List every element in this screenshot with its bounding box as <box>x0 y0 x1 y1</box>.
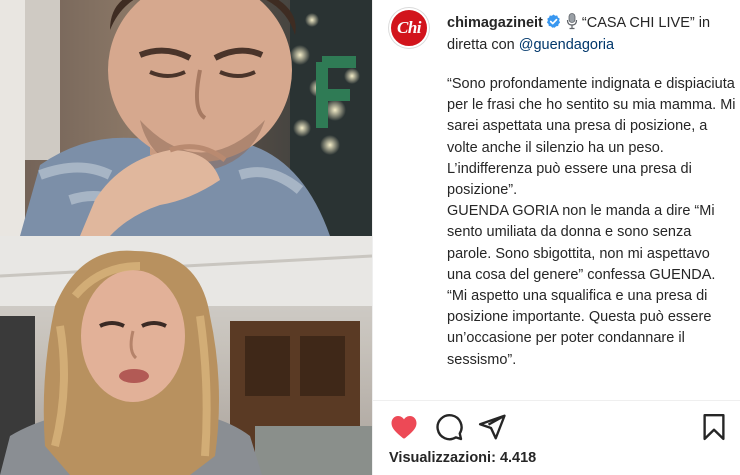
mention-link[interactable]: @guendagoria <box>519 37 614 53</box>
post-panel: Chi chimagazineit “CASA CHI LIVE” in dire… <box>372 0 740 475</box>
caption-paragraph: GUENDA GORIA non le manda a dire “Mi sen… <box>447 203 716 283</box>
bookmark-icon <box>703 413 725 441</box>
comment-icon <box>436 413 463 441</box>
username-link[interactable]: chimagazineit <box>447 15 543 31</box>
avatar-logo-text: Chi <box>396 18 422 37</box>
like-button[interactable] <box>389 412 419 442</box>
post-title: chimagazineit “CASA CHI LIVE” in diretta … <box>447 12 737 56</box>
views-value: 4.418 <box>499 450 537 466</box>
views-count: Visualizzazioni: 4.418 <box>389 450 536 466</box>
microphone-icon <box>566 13 577 30</box>
post-title-quote: “CASA CHI LIVE” <box>581 15 695 31</box>
video-participant-top <box>0 0 372 236</box>
views-label: Visualizzazioni: <box>389 450 496 466</box>
live-video[interactable] <box>0 0 372 475</box>
post-caption: “Sono profondamente indignata e dispiaci… <box>447 74 737 392</box>
video-participant-bottom <box>0 236 372 475</box>
post-header: Chi chimagazineit “CASA CHI LIVE” in dire… <box>373 0 740 64</box>
woman-video-frame <box>0 236 372 475</box>
section-divider <box>373 400 740 401</box>
verified-badge-icon <box>546 14 560 28</box>
share-icon <box>478 414 506 440</box>
man-video-frame <box>0 0 372 236</box>
caption-paragraph: “Sono profondamente indignata e dispiaci… <box>447 76 736 199</box>
heart-icon <box>391 416 417 439</box>
avatar[interactable]: Chi <box>389 8 429 48</box>
caption-paragraph: “Mi aspetto una squalifica e una presa d… <box>447 288 712 368</box>
save-button[interactable] <box>699 412 729 442</box>
share-button[interactable] <box>477 412 507 442</box>
comment-button[interactable] <box>434 412 464 442</box>
action-bar <box>373 404 740 448</box>
